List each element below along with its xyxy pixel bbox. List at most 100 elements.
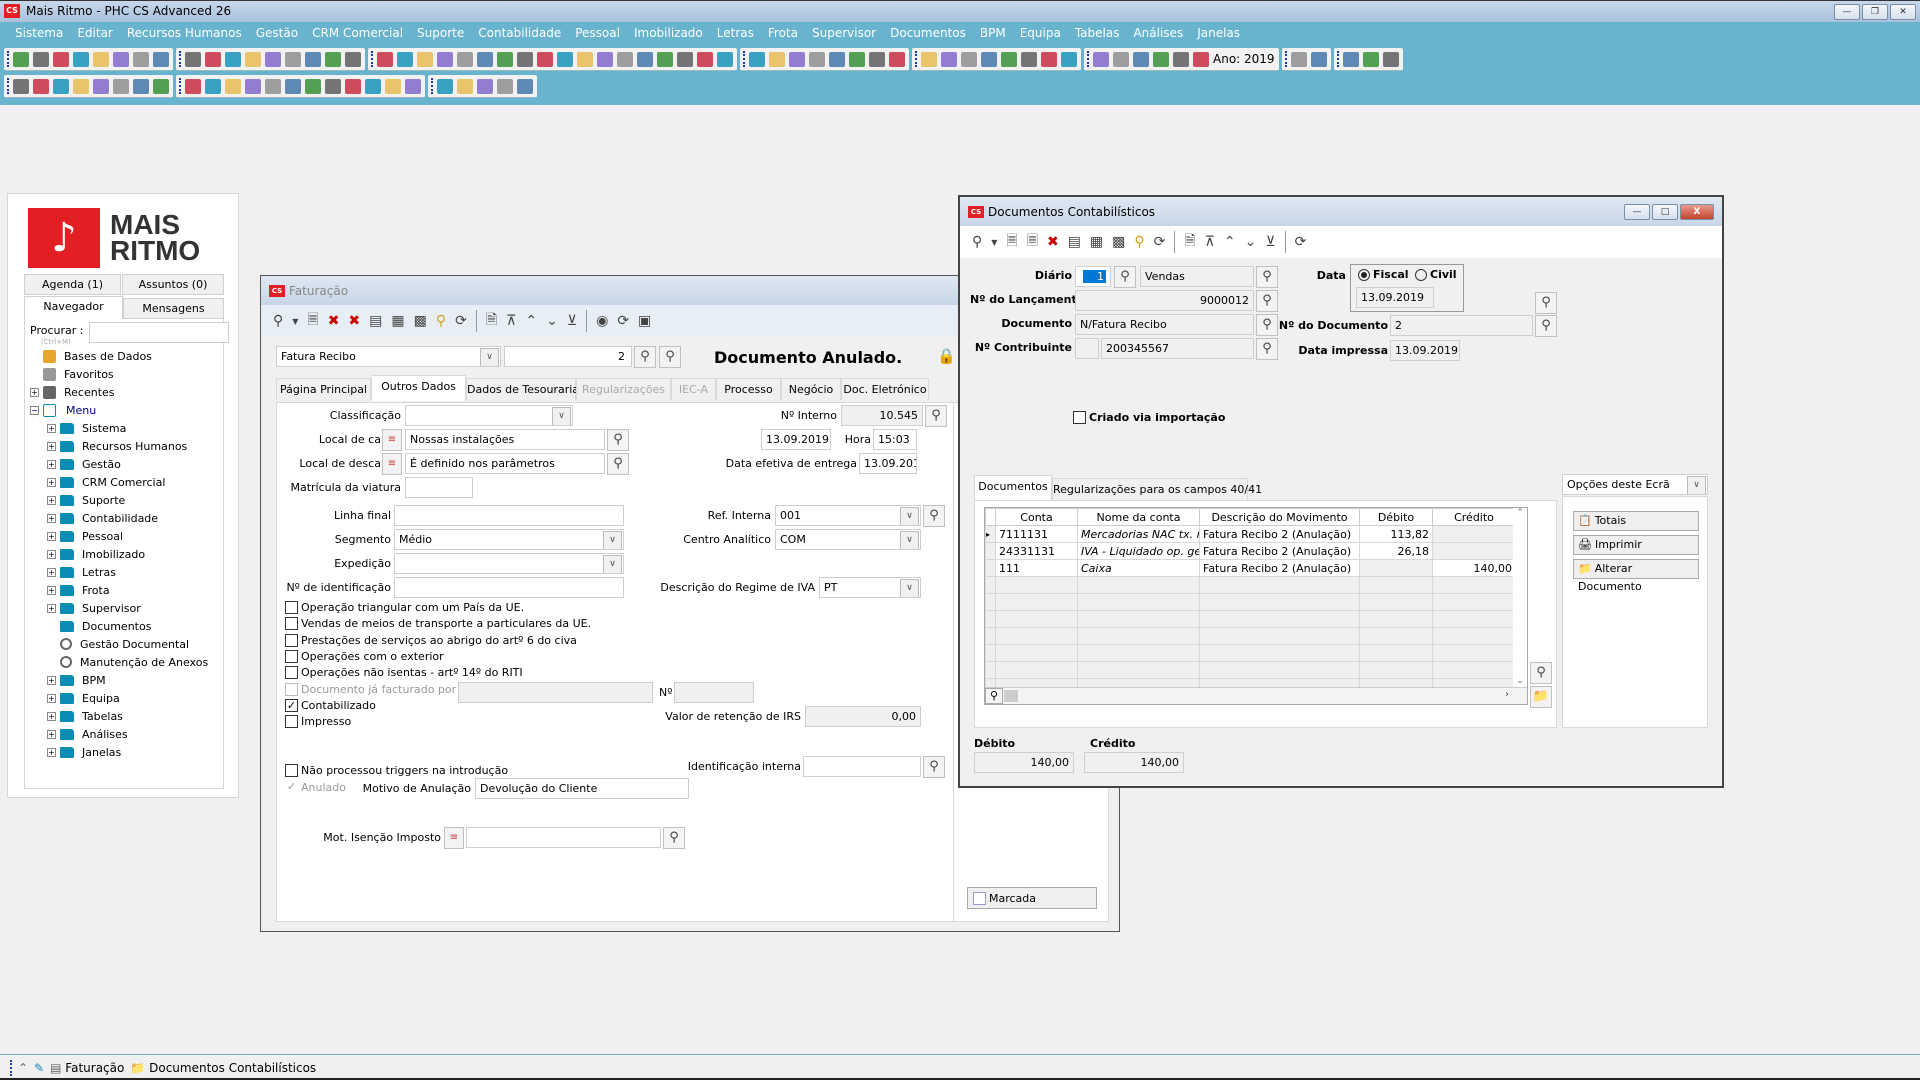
last-record-icon[interactable]: ⊻ — [1265, 234, 1275, 250]
diario-name-search-button[interactable]: ⚲ — [1256, 266, 1278, 288]
scroll-thumb[interactable] — [1004, 690, 1018, 702]
close-button[interactable]: X — [1680, 204, 1714, 220]
toolbar-button-icon[interactable] — [225, 78, 241, 94]
toolbar-button-icon[interactable] — [1382, 51, 1399, 67]
expand-icon[interactable]: + — [47, 477, 56, 487]
regime-iva-select[interactable]: PT — [819, 577, 921, 598]
tree-item-sistema[interactable]: + Sistema — [47, 419, 126, 437]
diario-search-button[interactable]: ⚲ — [1114, 266, 1136, 288]
toolbar-button-icon[interactable] — [345, 51, 361, 67]
toolbar-button-icon[interactable] — [377, 51, 393, 67]
toolbar-button-icon[interactable] — [53, 51, 69, 67]
tree-item-recentes[interactable]: + Recentes — [30, 383, 115, 401]
online-icon[interactable]: ◉ — [596, 313, 608, 329]
segmento-select[interactable]: Médio — [394, 529, 624, 550]
expand-icon[interactable]: + — [47, 675, 56, 685]
folder-search-icon[interactable]: ⚲ — [1134, 234, 1144, 250]
toolbar-grip[interactable] — [7, 78, 9, 94]
grid-search-button[interactable]: ⚲ — [1530, 662, 1552, 684]
tab-mensagens[interactable]: Mensagens — [123, 298, 224, 319]
toolbar-button-icon[interactable] — [133, 78, 149, 94]
cell-conta[interactable]: 111 — [995, 559, 1078, 577]
toolbar-button-icon[interactable] — [397, 51, 413, 67]
menu-tabelas[interactable]: Tabelas — [1068, 26, 1127, 40]
barcode-search-button[interactable]: ⚲ — [659, 346, 681, 368]
toolbar-button-icon[interactable] — [385, 78, 401, 94]
toolbar-button-icon[interactable] — [517, 78, 533, 94]
menu-pessoal[interactable]: Pessoal — [568, 26, 627, 40]
toolbar-grip[interactable] — [179, 51, 181, 67]
toolbar-button-icon[interactable] — [1362, 51, 1379, 67]
tree-item-gest-o-documental[interactable]: Gestão Documental — [60, 635, 189, 653]
motivo-anulacao-input[interactable]: Devolução do Cliente — [475, 778, 689, 799]
menu-editar[interactable]: Editar — [70, 26, 120, 40]
documentos-task[interactable]: 📁 Documentos Contabilísticos — [130, 1061, 316, 1075]
hierarchy-icon[interactable]: ▩ — [1112, 234, 1125, 250]
toolbar-button-icon[interactable] — [1021, 51, 1037, 67]
menu-an-lises[interactable]: Análises — [1126, 26, 1190, 40]
toolbar-button-icon[interactable] — [477, 51, 493, 67]
expand-icon[interactable]: + — [47, 693, 56, 703]
toolbar-button-icon[interactable] — [717, 51, 733, 67]
toolbar-button-icon[interactable] — [869, 51, 885, 67]
data-search-button[interactable]: ⚲ — [1535, 292, 1557, 314]
marcada-toggle[interactable]: Marcada — [967, 887, 1097, 909]
toolbar-button-icon[interactable] — [921, 51, 937, 67]
menu-janelas[interactable]: Janelas — [1190, 26, 1247, 40]
expand-icon[interactable]: + — [47, 513, 56, 523]
toolbar-button-icon[interactable] — [677, 51, 693, 67]
delete-icon[interactable]: ✖ — [1047, 234, 1059, 250]
horizontal-scrollbar[interactable]: ⚲ › — [985, 687, 1527, 704]
new-document-icon[interactable]: 🗏 — [307, 309, 318, 333]
toolbar-button-icon[interactable] — [577, 51, 593, 67]
expand-icon[interactable]: + — [47, 567, 56, 577]
menu-recursos-humanos[interactable]: Recursos Humanos — [120, 26, 249, 40]
edit-icon[interactable]: ✎ — [34, 1061, 44, 1075]
toolbar-button-icon[interactable] — [889, 51, 905, 67]
document-type-select[interactable]: Fatura Recibo — [276, 346, 501, 367]
refresh-icon[interactable]: ⟳ — [1154, 234, 1166, 250]
toolbar-button-icon[interactable] — [697, 51, 713, 67]
form-view-icon[interactable]: ▤ — [369, 313, 382, 329]
checkbox-1[interactable]: Vendas de meios de transporte a particul… — [285, 617, 591, 631]
toolbar-button-icon[interactable] — [1061, 51, 1077, 67]
n-documento-search-button[interactable]: ⚲ — [1535, 315, 1557, 337]
tab-regularizacoes[interactable]: Regularizações para os campos 40/41 — [1052, 478, 1262, 500]
opcoes-ecra-select[interactable]: Opções deste Ecrã — [1562, 474, 1708, 495]
previous-record-icon[interactable]: ⌃ — [1224, 234, 1236, 250]
delete-icon[interactable]: ✖ — [328, 313, 340, 329]
criado-importacao-checkbox[interactable]: Criado via importação — [1073, 411, 1225, 424]
tab-regulariza-es[interactable]: Regularizações — [576, 378, 671, 400]
table-row[interactable]: ▸7111131Mercadorias NAC tx. norFatura Re… — [985, 525, 1516, 543]
menu-documentos[interactable]: Documentos — [883, 26, 973, 40]
centro-analitico-select[interactable]: COM — [775, 529, 921, 550]
option-imprimir-button[interactable]: 🖨 Imprimir — [1573, 535, 1699, 555]
triggers-checkbox[interactable]: Não processou triggers na introdução — [285, 764, 508, 777]
scroll-down-icon[interactable]: ⌄ — [1513, 676, 1527, 686]
toolbar-button-icon[interactable] — [245, 51, 261, 67]
checkbox-2[interactable]: Prestações de serviços ao abrigo do artº… — [285, 633, 577, 647]
expand-icon[interactable]: + — [47, 747, 56, 757]
toolbar-button-icon[interactable] — [305, 78, 321, 94]
toolbar-grip[interactable] — [1284, 51, 1287, 67]
expand-icon[interactable]: + — [47, 423, 56, 433]
local-descarga-search-button[interactable]: ⚲ — [607, 453, 629, 475]
minimize-button[interactable]: — — [1834, 4, 1860, 20]
toolbar-grip[interactable] — [371, 51, 373, 67]
next-record-icon[interactable]: ⌄ — [1245, 234, 1257, 250]
previous-record-icon[interactable]: ⌃ — [525, 313, 537, 329]
folder-search-icon[interactable]: ⚲ — [436, 313, 446, 329]
maximize-button[interactable]: □ — [1652, 204, 1678, 220]
toolbar-button-icon[interactable] — [133, 51, 149, 67]
toolbar-button-icon[interactable] — [457, 78, 473, 94]
fiscal-radio[interactable]: Fiscal — [1358, 268, 1409, 281]
linha-final-input[interactable] — [394, 505, 624, 526]
toolbar-button-icon[interactable] — [285, 78, 301, 94]
toolbar-button-icon[interactable] — [1001, 51, 1017, 67]
diario-number-input[interactable]: 1 — [1075, 266, 1111, 287]
grid-view-icon[interactable]: ▦ — [1090, 234, 1103, 250]
toolbar-button-icon[interactable] — [225, 51, 241, 67]
expand-icon[interactable]: + — [47, 441, 56, 451]
toolbar-button-icon[interactable] — [849, 51, 865, 67]
tab-agenda[interactable]: Agenda (1) — [24, 274, 121, 295]
